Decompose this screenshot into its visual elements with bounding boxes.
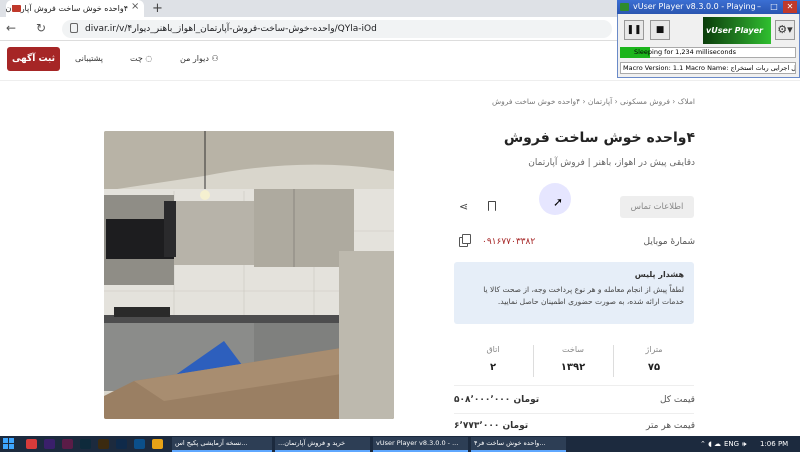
breadcrumb-item[interactable]: املاک — [678, 97, 695, 106]
price-per-m-label: قیمت هر متر — [646, 421, 695, 431]
task-label: vUser Player v8.3.0.0 - ... — [376, 439, 459, 447]
chat-icon: ◌ — [145, 54, 153, 63]
vuser-logo: vUser Player — [703, 17, 771, 44]
listing-subtitle: دقایقی پیش در اهواز، باهنر | فروش آپارتم… — [528, 158, 695, 168]
task-label: ۴واحده خوش ساخت فر... — [474, 439, 546, 447]
post-ad-button[interactable]: ثبت آگهی — [7, 47, 60, 71]
macro-version-value: 1.1 — [672, 64, 684, 72]
pause-button[interactable]: ❚❚ — [624, 20, 644, 40]
price-value: ۵۰۸٬۰۰۰٬۰۰۰ تومان — [454, 395, 540, 405]
url-text: divar.ir/v/۴واحده-خوش-ساخت-فروش-آپارتمان… — [85, 24, 377, 34]
vuser-app-icon — [620, 3, 629, 11]
settings-gear-icon[interactable]: ⚙▾ — [775, 20, 795, 40]
breadcrumb: املاک ‹ فروش مسکونی ‹ آپارتمان ‹ ۴واحده … — [491, 97, 695, 106]
illustrator-icon[interactable] — [98, 439, 109, 449]
status-text: Sleeping for 1,234 milliseconds — [634, 48, 736, 56]
kitchen-photo — [104, 131, 394, 419]
windows-start-icon[interactable] — [3, 438, 14, 449]
listing-title: ۴واحده خوش ساخت فروش — [503, 130, 695, 146]
photoshop-icon[interactable] — [116, 439, 127, 449]
stop-button[interactable]: ■ — [650, 20, 670, 40]
dreamweaver-icon[interactable] — [80, 439, 91, 449]
breadcrumb-item[interactable]: ۴واحده خوش ساخت فروش — [492, 97, 580, 106]
nav-my-divar[interactable]: دیوار من ⚇ — [180, 53, 219, 65]
macro-name-value: فایل اجرایی ربات استخراج — [730, 64, 796, 72]
reload-button[interactable]: ↻ — [36, 20, 46, 36]
tray-icons[interactable]: ⌃ ◖ ☁ — [700, 437, 721, 452]
close-window-button[interactable]: ✕ — [783, 1, 797, 13]
language-indicator[interactable]: ENG — [724, 437, 739, 452]
stat-separator — [533, 345, 534, 377]
nav-my-divar-label: دیوار من — [180, 54, 209, 63]
stat-separator — [613, 345, 614, 377]
lock-icon — [70, 23, 78, 33]
new-tab-button[interactable]: + — [152, 0, 163, 17]
user-icon: ⚇ — [211, 54, 219, 63]
share-icon[interactable]: ⋖ — [459, 200, 468, 213]
stat-year-label: ساخت — [562, 345, 584, 354]
row-divider — [454, 385, 694, 386]
macro-version-label: Macro Version: — [623, 64, 671, 72]
maximize-button[interactable]: □ — [767, 1, 781, 13]
copy-icon-front[interactable] — [462, 234, 471, 244]
breadcrumb-item[interactable]: فروش مسکونی — [620, 97, 670, 106]
browser-tab[interactable]: ۴واحده خوش ساخت فروش آپارتمان — [6, 0, 144, 17]
app-icon-blue[interactable] — [134, 439, 145, 449]
stat-rooms-label: اتاق — [486, 345, 500, 354]
nav-chat[interactable]: چت ◌ — [130, 53, 152, 65]
back-button[interactable]: ← — [6, 20, 16, 36]
nav-support[interactable]: پشتیبانی — [75, 53, 103, 65]
folder-icon[interactable] — [152, 439, 163, 449]
warning-title: هشدار پلیس — [634, 270, 684, 279]
stat-area-label: متراژ — [645, 345, 663, 354]
divar-favicon-icon — [12, 5, 21, 12]
price-per-m-value: ۶٬۷۷۳٬۰۰۰ تومان — [454, 421, 529, 431]
row-divider — [454, 413, 694, 414]
xd-icon[interactable] — [62, 439, 73, 449]
mobile-value[interactable]: ۰۹۱۶۷۷۰۳۳۸۲ — [482, 237, 535, 247]
nav-chat-label: چت — [130, 54, 143, 63]
mobile-label: شمارهٔ موبایل — [643, 237, 695, 247]
stat-area-value: ۷۵ — [647, 362, 661, 373]
bookmark-icon[interactable] — [488, 201, 496, 211]
task-label: ...خرید و فروش آپارتمان — [278, 439, 346, 447]
clock[interactable]: 1:06 PM — [760, 437, 788, 452]
listing-photo[interactable] — [104, 131, 394, 419]
stat-rooms-value: ۲ — [489, 362, 497, 373]
minimize-button[interactable]: – — [752, 1, 766, 13]
contact-info-button[interactable]: اطلاعات تماس — [620, 196, 694, 218]
tab-title: ۴واحده خوش ساخت فروش آپارتمان — [6, 4, 128, 13]
header-divider — [0, 80, 800, 81]
taskbar-task[interactable]: ...خرید و فروش آپارتمان — [275, 437, 370, 452]
tab-close-icon[interactable]: × — [131, 1, 139, 12]
taskbar-task[interactable]: نسخه آزمایشی پکیج اس... — [172, 437, 272, 452]
mouse-cursor-icon: ➚ — [553, 195, 564, 209]
macro-name-label: Macro Name: — [685, 64, 729, 72]
warning-body: لطفاً پیش از انجام معامله و هر نوع پرداخ… — [483, 285, 684, 306]
breadcrumb-item[interactable]: آپارتمان — [588, 97, 612, 106]
police-warning-box: هشدار پلیس لطفاً پیش از انجام معامله و ه… — [454, 262, 694, 324]
macro-info: Macro Version: 1.1 Macro Name: فایل اجرا… — [620, 62, 796, 74]
task-label: نسخه آزمایشی پکیج اس... — [175, 439, 248, 447]
app-icon-red[interactable] — [26, 439, 37, 449]
stat-year-value: ۱۳۹۲ — [560, 362, 586, 373]
nav-support-label: پشتیبانی — [75, 54, 103, 63]
price-label: قیمت کل — [659, 395, 695, 405]
premiere-icon[interactable] — [44, 439, 55, 449]
volume-icon[interactable]: 🕪 — [742, 437, 746, 452]
taskbar-task[interactable]: vUser Player v8.3.0.0 - ... — [373, 437, 468, 452]
taskbar-task[interactable]: ۴واحده خوش ساخت فر... — [471, 437, 566, 452]
